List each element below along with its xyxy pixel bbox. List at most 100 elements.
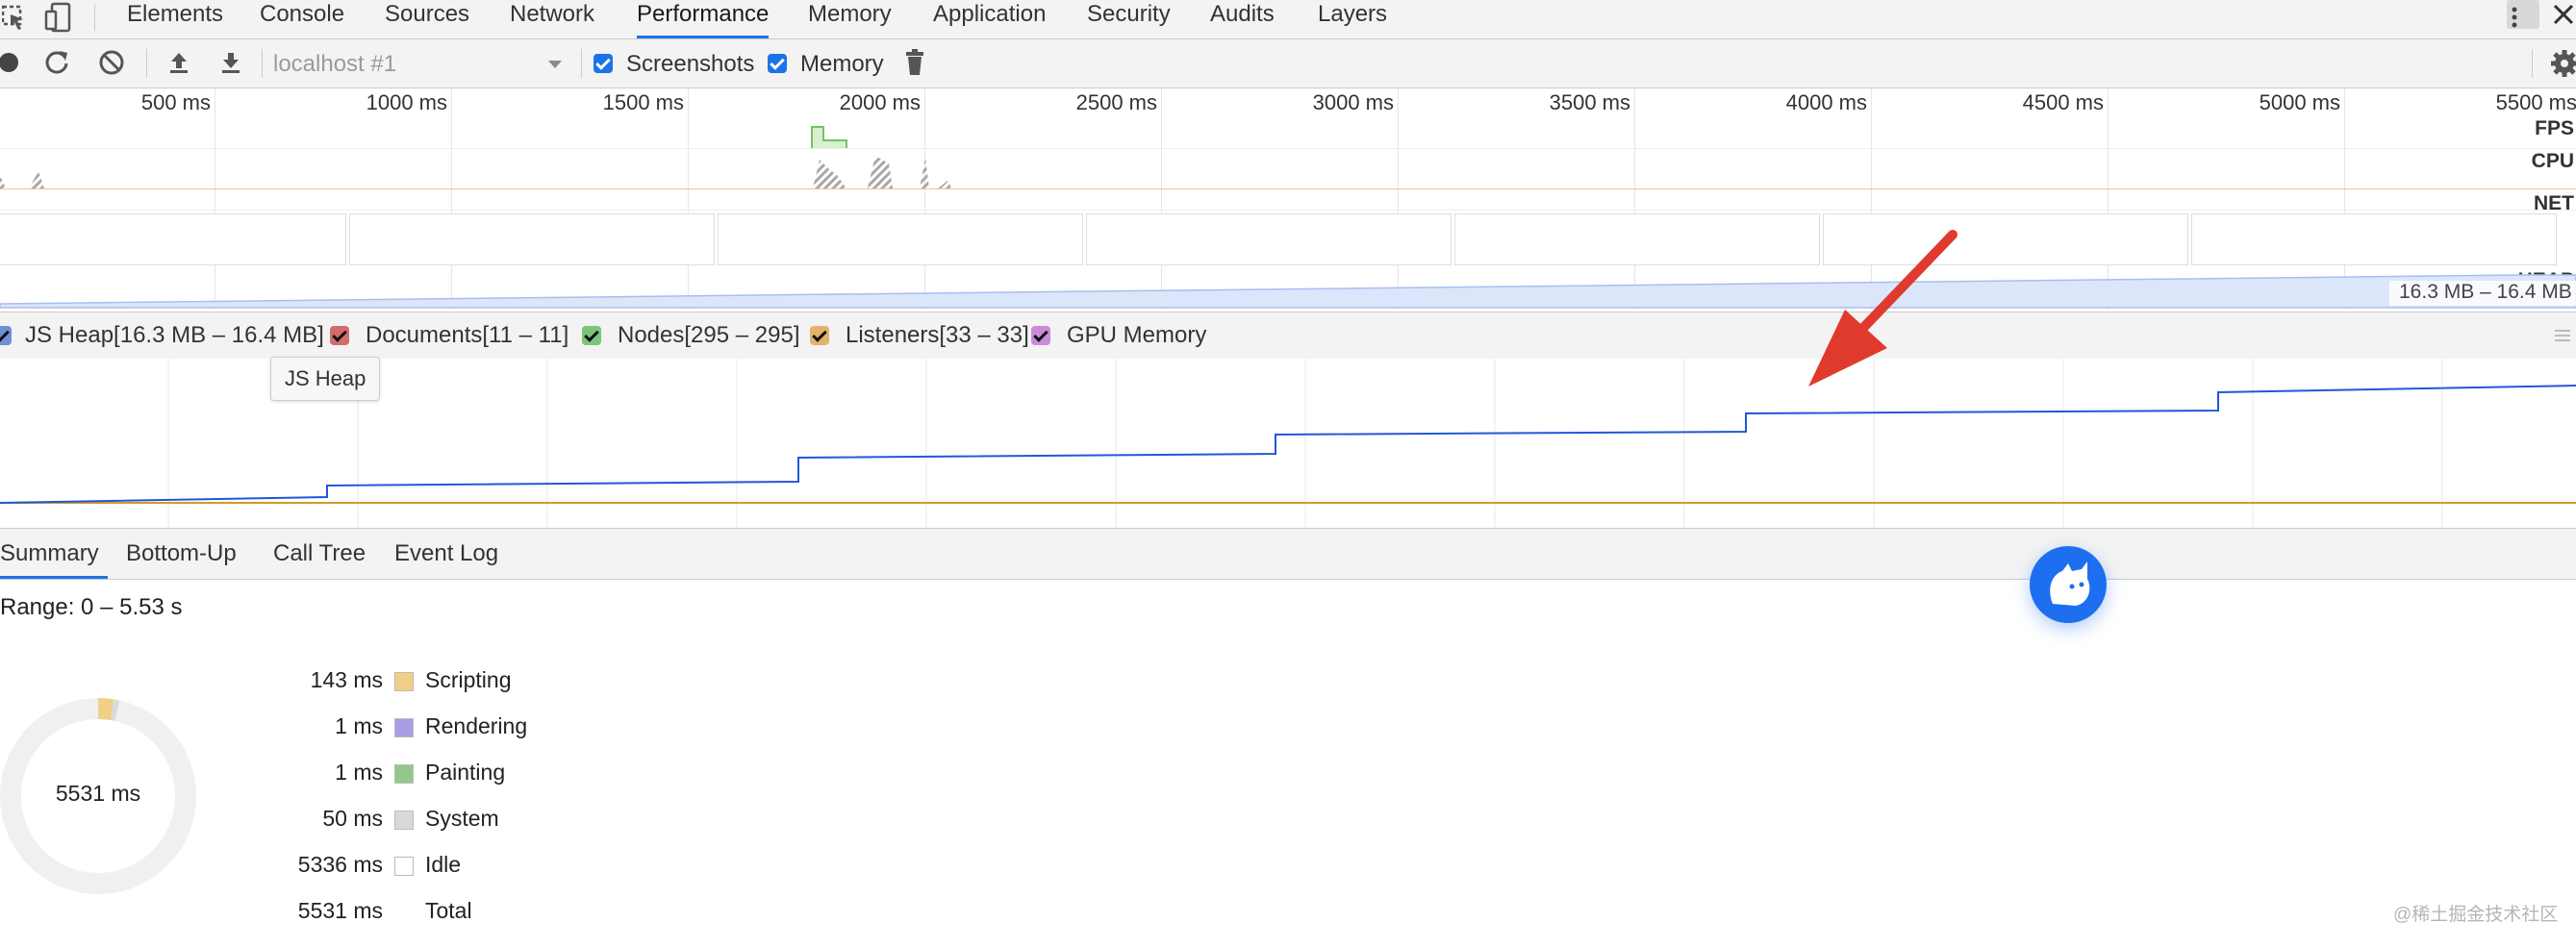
tab-performance[interactable]: Performance xyxy=(637,0,770,38)
screenshot-frame[interactable] xyxy=(2191,213,2557,265)
screenshot-frame[interactable] xyxy=(718,213,1083,265)
summary-value: 1 ms xyxy=(335,713,383,738)
heap-range-label: 16.3 MB – 16.4 MB xyxy=(2389,281,2576,306)
legend-label: JS Heap[16.3 MB – 16.4 MB] xyxy=(25,322,324,348)
memory-counters-legend: JS Heap[16.3 MB – 16.4 MB] Documents[11 –… xyxy=(0,312,2576,360)
close-icon[interactable] xyxy=(2551,2,2576,29)
legend-label: Nodes[295 – 295] xyxy=(618,322,800,348)
tab-application[interactable]: Application xyxy=(933,0,1046,38)
floating-assistant-button[interactable] xyxy=(2030,546,2107,623)
screenshots-checkbox[interactable] xyxy=(593,54,613,73)
summary-category-label: Total xyxy=(425,898,472,923)
performance-toolbar: localhost #1 Screenshots Memory xyxy=(0,39,2576,88)
summary-value: 5336 ms xyxy=(297,852,383,877)
summary-color-swatch xyxy=(394,718,414,737)
tick-label: 4500 ms xyxy=(2022,90,2104,114)
summary-value: 143 ms xyxy=(310,667,383,692)
details-tab-bar: Summary Bottom-Up Call Tree Event Log xyxy=(0,529,2576,580)
clear-icon[interactable] xyxy=(98,49,125,76)
summary-range: Range: 0 – 5.53 s xyxy=(0,594,183,620)
legend-label: Listeners[33 – 33] xyxy=(846,322,1029,348)
tick-label: 500 ms xyxy=(140,90,211,114)
summary-value: 50 ms xyxy=(322,806,383,831)
memory-checkbox[interactable] xyxy=(768,54,787,73)
separator xyxy=(262,49,263,78)
separator xyxy=(2532,49,2533,78)
legend-label: GPU Memory xyxy=(1067,322,1207,348)
screenshot-frame[interactable] xyxy=(1454,213,1820,265)
summary-color-swatch xyxy=(394,764,414,784)
separator xyxy=(94,4,95,31)
legend-checkbox[interactable] xyxy=(1031,326,1050,345)
summary-color-swatch xyxy=(394,672,414,691)
tab-summary[interactable]: Summary xyxy=(0,529,108,579)
memory-label: Memory xyxy=(800,51,884,77)
reload-icon[interactable] xyxy=(44,49,71,76)
memory-counter-chart[interactable] xyxy=(0,359,2576,529)
screenshot-frame[interactable] xyxy=(0,213,346,265)
tab-network[interactable]: Network xyxy=(510,0,594,38)
trash-icon[interactable] xyxy=(904,49,927,78)
tick-label: 3000 ms xyxy=(1312,90,1394,114)
tab-call-tree[interactable]: Call Tree xyxy=(273,529,366,579)
cat-mascot-icon xyxy=(2050,561,2090,606)
summary-value: 5531 ms xyxy=(297,898,383,923)
tab-bottom-up[interactable]: Bottom-Up xyxy=(126,529,237,579)
legend-checkbox[interactable] xyxy=(810,326,829,345)
tab-memory[interactable]: Memory xyxy=(808,0,892,38)
tab-sources[interactable]: Sources xyxy=(385,0,469,38)
drag-handle-icon[interactable] xyxy=(2553,328,2572,343)
tick-label: 1000 ms xyxy=(366,90,447,114)
tab-console[interactable]: Console xyxy=(260,0,344,38)
legend-checkbox[interactable] xyxy=(582,326,601,345)
summary-category-label: Idle xyxy=(425,852,462,877)
summary-value: 1 ms xyxy=(335,760,383,785)
donut-scripting-slice xyxy=(97,698,114,721)
legend-checkbox[interactable] xyxy=(0,326,12,345)
red-arrow-annotation xyxy=(1808,230,1957,387)
gear-icon[interactable] xyxy=(2549,49,2576,78)
tab-elements[interactable]: Elements xyxy=(127,0,223,38)
summary-color-swatch xyxy=(394,811,414,830)
tab-layers[interactable]: Layers xyxy=(1318,0,1387,38)
record-icon[interactable] xyxy=(0,51,23,74)
tab-audits[interactable]: Audits xyxy=(1210,0,1275,38)
donut-system-slice xyxy=(110,699,120,721)
screenshot-frame[interactable] xyxy=(1086,213,1452,265)
donut-total-label: 5531 ms xyxy=(55,781,141,806)
load-profile-icon[interactable] xyxy=(165,49,192,76)
chevron-down-icon[interactable] xyxy=(546,59,564,70)
summary-color-swatch xyxy=(394,857,414,876)
inspect-element-icon[interactable] xyxy=(2,4,27,33)
tick-label: 2000 ms xyxy=(839,90,921,114)
legend-label: Documents[11 – 11] xyxy=(366,322,569,348)
js-heap-line xyxy=(0,385,2576,504)
tick-label: 4000 ms xyxy=(1785,90,1867,114)
screenshot-frame[interactable] xyxy=(349,213,715,265)
cpu-activity-graph xyxy=(0,156,952,188)
legend-checkbox[interactable] xyxy=(330,326,349,345)
tick-label: 5000 ms xyxy=(2259,90,2340,114)
watermark: @稀土掘金技术社区 xyxy=(2393,905,2559,925)
more-options-icon[interactable] xyxy=(2505,0,2543,33)
profile-select[interactable]: localhost #1 xyxy=(273,51,396,78)
memory-chart-svg xyxy=(0,359,2576,528)
save-profile-icon[interactable] xyxy=(217,49,244,76)
divider xyxy=(0,210,2576,211)
tab-event-log[interactable]: Event Log xyxy=(394,529,498,579)
separator xyxy=(146,49,147,78)
timeline-overview[interactable]: 500 ms 1000 ms 1500 ms 2000 ms 2500 ms 3000 m… xyxy=(0,88,2576,310)
tab-security[interactable]: Security xyxy=(1087,0,1171,38)
cpu-row-label: CPU xyxy=(2531,150,2574,172)
net-row-label: NET xyxy=(2534,192,2574,214)
tick-label: 2500 ms xyxy=(1075,90,1157,114)
js-heap-tooltip: JS Heap xyxy=(270,357,381,401)
fps-row-label: FPS xyxy=(2535,117,2574,139)
heap-overview-graph xyxy=(0,274,2576,309)
device-toolbar-icon[interactable] xyxy=(44,2,73,33)
tick-label: 5500 ms xyxy=(2495,90,2576,114)
tick-label: 3500 ms xyxy=(1549,90,1630,114)
devtools-tab-bar: Elements Console Sources Network Performance… xyxy=(0,0,2576,39)
screenshots-label: Screenshots xyxy=(626,51,755,77)
summary-category-label: System xyxy=(425,806,499,831)
